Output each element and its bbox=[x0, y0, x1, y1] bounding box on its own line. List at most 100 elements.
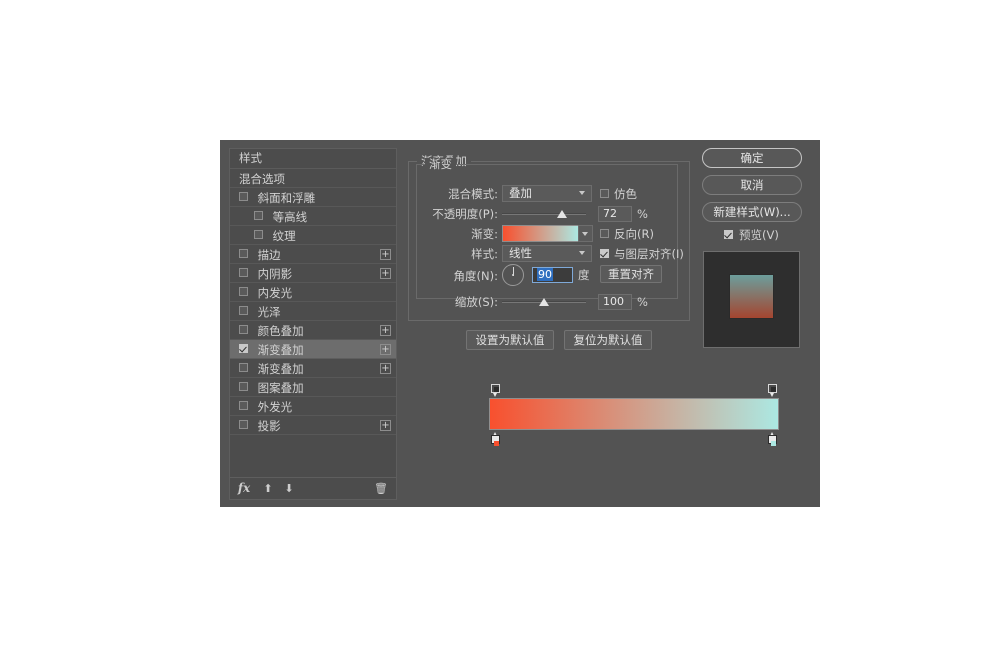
checkbox-satin[interactable] bbox=[239, 306, 248, 315]
opacity-slider-track bbox=[502, 213, 586, 215]
opacity-stop-left[interactable] bbox=[491, 384, 500, 397]
reset-default-button[interactable]: 复位为默认值 bbox=[564, 330, 652, 350]
checkbox-inner-glow[interactable] bbox=[239, 287, 248, 296]
blend-mode-label: 混合模式: bbox=[448, 187, 498, 201]
angle-dial[interactable] bbox=[502, 264, 524, 286]
opacity-slider[interactable] bbox=[502, 206, 586, 222]
add-effect-button[interactable]: + bbox=[380, 248, 391, 260]
dither-checkbox-row[interactable]: 仿色 bbox=[600, 186, 637, 202]
style-item-blend-options[interactable]: 混合选项 bbox=[230, 169, 396, 188]
align-with-layer-label: 与图层对齐(I) bbox=[614, 247, 684, 261]
arrow-down-icon[interactable]: ⬇ bbox=[281, 481, 297, 496]
ok-button[interactable]: 确定 bbox=[702, 148, 802, 168]
gradient-swatch-fill bbox=[503, 226, 578, 241]
angle-value: 90 bbox=[537, 268, 553, 281]
angle-dial-hub bbox=[512, 274, 514, 276]
checkbox-texture[interactable] bbox=[254, 230, 263, 239]
style-item-inner-shadow[interactable]: 内阴影 + bbox=[230, 264, 396, 283]
blend-mode-select[interactable]: 叠加 bbox=[502, 185, 592, 202]
gradient-style-value: 线性 bbox=[509, 246, 532, 260]
checkbox-gradient-overlay-2[interactable] bbox=[239, 363, 248, 372]
checkbox-gradient-overlay[interactable] bbox=[239, 344, 248, 353]
opacity-value: 72 bbox=[603, 207, 617, 220]
style-item-bevel-emboss[interactable]: 斜面和浮雕 bbox=[230, 188, 396, 207]
styles-panel: 样式 混合选项 斜面和浮雕 等高线 纹理 描边 + 内阴影 + 内发光 光泽 颜… bbox=[229, 148, 397, 500]
checkbox-reverse[interactable] bbox=[600, 229, 609, 238]
preview-label: 预览(V) bbox=[739, 228, 779, 242]
styles-panel-header: 样式 bbox=[230, 149, 396, 169]
checkbox-dither[interactable] bbox=[600, 189, 609, 198]
styles-panel-toolbar: fx ⬆ ⬇ 🗑 bbox=[230, 477, 396, 499]
blend-mode-value: 叠加 bbox=[509, 186, 532, 200]
chevron-down-icon bbox=[579, 251, 586, 256]
opacity-label: 不透明度(P): bbox=[432, 207, 498, 221]
checkbox-align-with-layer[interactable] bbox=[600, 249, 609, 258]
scale-input[interactable]: 100 bbox=[598, 294, 632, 310]
style-item-label: 光泽 bbox=[257, 304, 281, 319]
style-item-label: 等高线 bbox=[272, 209, 308, 224]
add-effect-button[interactable]: + bbox=[380, 419, 391, 431]
opacity-stop-tip bbox=[493, 393, 497, 397]
gradient-stop-left[interactable] bbox=[491, 432, 500, 446]
checkbox-preview[interactable] bbox=[724, 230, 733, 239]
preview-checkbox-row[interactable]: 预览(V) bbox=[724, 228, 779, 242]
layer-style-dialog: 样式 混合选项 斜面和浮雕 等高线 纹理 描边 + 内阴影 + 内发光 光泽 颜… bbox=[220, 140, 820, 507]
style-item-label: 内阴影 bbox=[257, 266, 293, 281]
gradient-stop-body bbox=[491, 435, 500, 446]
align-with-layer-row[interactable]: 与图层对齐(I) bbox=[600, 246, 684, 262]
arrow-up-icon[interactable]: ⬆ bbox=[260, 481, 276, 496]
style-item-contour[interactable]: 等高线 bbox=[230, 207, 396, 226]
style-item-stroke[interactable]: 描边 + bbox=[230, 245, 396, 264]
gradient-preview-swatch[interactable] bbox=[502, 225, 579, 242]
style-item-inner-glow[interactable]: 内发光 bbox=[230, 283, 396, 302]
style-item-gradient-overlay-2[interactable]: 渐变叠加 + bbox=[230, 359, 396, 378]
opacity-unit: % bbox=[637, 207, 648, 221]
style-item-outer-glow[interactable]: 外发光 bbox=[230, 397, 396, 416]
style-item-label: 纹理 bbox=[272, 228, 296, 243]
fx-icon[interactable]: fx bbox=[236, 481, 252, 496]
cancel-button[interactable]: 取消 bbox=[702, 175, 802, 195]
style-item-gradient-overlay-selected[interactable]: 渐变叠加 + bbox=[230, 340, 396, 359]
add-effect-button[interactable]: + bbox=[380, 267, 391, 279]
style-item-pattern-overlay[interactable]: 图案叠加 bbox=[230, 378, 396, 397]
reverse-checkbox-row[interactable]: 反向(R) bbox=[600, 226, 654, 242]
new-style-button[interactable]: 新建样式(W)... bbox=[702, 202, 802, 222]
scale-unit: % bbox=[637, 295, 648, 309]
gradient-overlay-panel: 渐变叠加 渐变 混合模式: 叠加 仿色 不透明度(P): 72 % 渐变: 反向… bbox=[406, 148, 693, 500]
style-item-color-overlay[interactable]: 颜色叠加 + bbox=[230, 321, 396, 340]
reverse-label: 反向(R) bbox=[614, 227, 654, 241]
checkbox-color-overlay[interactable] bbox=[239, 325, 248, 334]
checkbox-drop-shadow[interactable] bbox=[239, 420, 248, 429]
checkbox-bevel-emboss[interactable] bbox=[239, 192, 248, 201]
preview-thumbnail bbox=[703, 251, 800, 348]
style-item-label: 渐变叠加 bbox=[257, 342, 304, 357]
style-item-satin[interactable]: 光泽 bbox=[230, 302, 396, 321]
add-effect-button[interactable]: + bbox=[380, 362, 391, 374]
reset-align-button[interactable]: 重置对齐 bbox=[600, 265, 662, 283]
checkbox-pattern-overlay[interactable] bbox=[239, 382, 248, 391]
style-item-texture[interactable]: 纹理 bbox=[230, 226, 396, 245]
checkbox-outer-glow[interactable] bbox=[239, 401, 248, 410]
angle-input[interactable]: 90 bbox=[532, 267, 573, 283]
add-effect-button[interactable]: + bbox=[380, 343, 391, 355]
style-item-label: 混合选项 bbox=[239, 171, 285, 186]
set-default-button[interactable]: 设置为默认值 bbox=[466, 330, 554, 350]
scale-slider[interactable] bbox=[502, 294, 586, 310]
style-item-label: 外发光 bbox=[257, 399, 293, 414]
style-item-drop-shadow[interactable]: 投影 + bbox=[230, 416, 396, 435]
angle-unit: 度 bbox=[578, 268, 590, 282]
checkbox-inner-shadow[interactable] bbox=[239, 268, 248, 277]
style-label: 样式: bbox=[471, 247, 498, 261]
trash-icon[interactable]: 🗑 bbox=[373, 481, 389, 496]
gradient-picker-dropdown[interactable] bbox=[578, 225, 593, 242]
gradient-style-select[interactable]: 线性 bbox=[502, 245, 592, 262]
checkbox-stroke[interactable] bbox=[239, 249, 248, 258]
style-item-label: 图案叠加 bbox=[257, 380, 304, 395]
checkbox-contour[interactable] bbox=[254, 211, 263, 220]
scale-slider-thumb[interactable] bbox=[539, 298, 549, 306]
opacity-slider-thumb[interactable] bbox=[557, 210, 568, 218]
opacity-input[interactable]: 72 bbox=[598, 206, 632, 222]
add-effect-button[interactable]: + bbox=[380, 324, 391, 336]
opacity-stop-body bbox=[491, 384, 500, 393]
scale-label: 缩放(S): bbox=[454, 295, 498, 309]
